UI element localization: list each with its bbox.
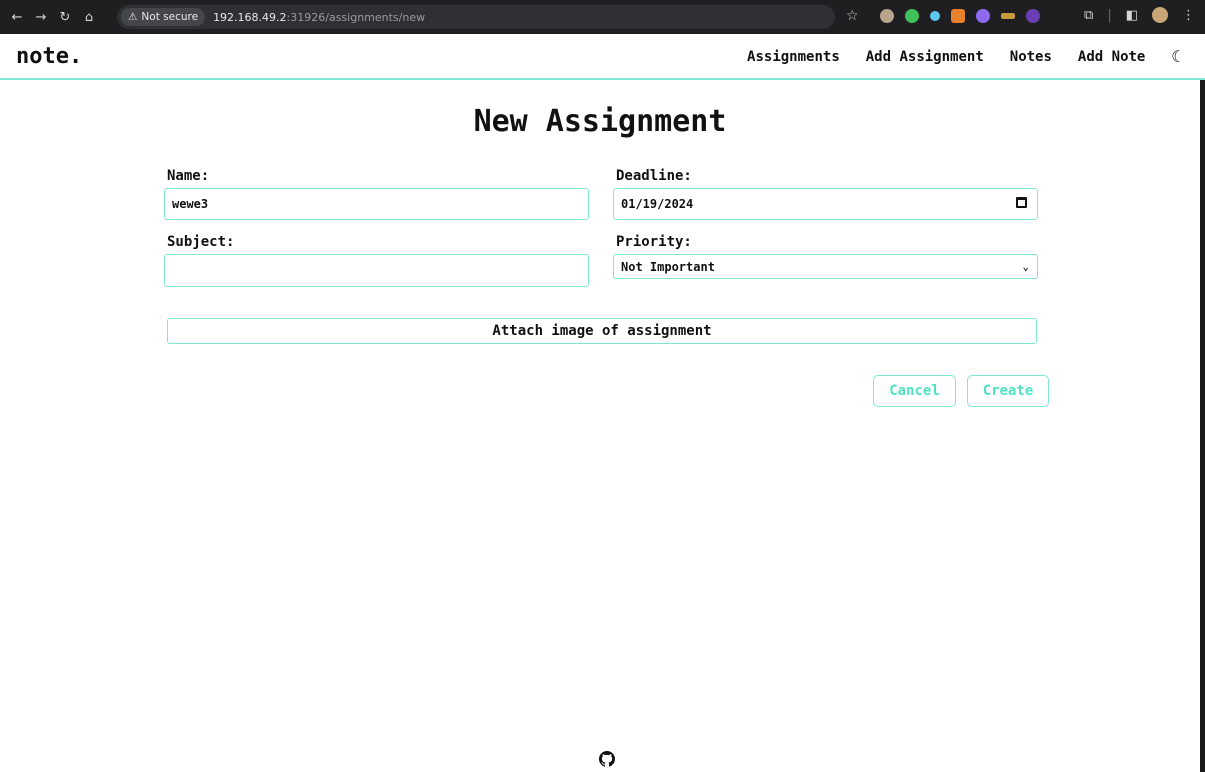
side-panel-icon[interactable]: ◧ [1126, 8, 1138, 23]
deadline-field[interactable]: 01/19/2024 [613, 188, 1038, 220]
app-navbar: note. Assignments Add Assignment Notes A… [0, 34, 1205, 80]
browser-toolbar: ← → ↻ ⌂ ⚠ Not secure 192.168.49.2:31926/… [0, 0, 1205, 34]
priority-label: Priority: [616, 234, 692, 250]
nav-menu: Assignments Add Assignment Notes Add Not… [747, 47, 1181, 66]
extension-icon[interactable] [930, 11, 940, 21]
nav-add-assignment[interactable]: Add Assignment [866, 49, 984, 65]
name-input[interactable] [172, 197, 588, 211]
nav-assignments[interactable]: Assignments [747, 49, 840, 65]
menu-dots-icon[interactable]: ⋮ [1182, 8, 1195, 23]
page-scrollbar[interactable] [1200, 80, 1205, 772]
attach-image-button[interactable]: Attach image of assignment [167, 318, 1037, 344]
extension-icon[interactable] [951, 9, 965, 23]
create-button[interactable]: Create [967, 375, 1049, 407]
url-host: 192.168.49.2 [213, 10, 287, 24]
page-title: New Assignment [473, 104, 727, 139]
deadline-value: 01/19/2024 [621, 197, 694, 211]
security-label: Not secure [141, 11, 199, 23]
extension-icon[interactable] [880, 9, 894, 23]
deadline-label: Deadline: [616, 168, 692, 184]
back-arrow-icon[interactable]: ← [6, 6, 28, 28]
chevron-down-icon: ⌄ [1022, 260, 1029, 273]
security-chip[interactable]: ⚠ Not secure [121, 8, 206, 26]
forward-arrow-icon[interactable]: → [30, 6, 52, 28]
subject-label: Subject: [167, 234, 235, 250]
name-field[interactable] [164, 188, 589, 220]
divider: | [1107, 7, 1112, 23]
moon-icon[interactable]: ☾ [1171, 47, 1181, 66]
extension-icon[interactable] [1001, 13, 1015, 19]
priority-select[interactable]: Not Important ⌄ [613, 254, 1038, 279]
home-icon[interactable]: ⌂ [78, 6, 100, 28]
subject-field[interactable] [164, 254, 589, 287]
nav-notes[interactable]: Notes [1010, 49, 1052, 65]
warning-icon: ⚠ [128, 11, 138, 23]
extension-icon[interactable] [976, 9, 990, 23]
extension-icon[interactable] [1026, 9, 1040, 23]
reload-icon[interactable]: ↻ [54, 6, 76, 28]
url-text[interactable]: 192.168.49.2:31926/assignments/new [213, 11, 425, 24]
bookmark-star-icon[interactable]: ☆ [846, 8, 859, 24]
extension-icon[interactable] [905, 9, 919, 23]
extensions-bar [880, 9, 1040, 23]
github-icon[interactable] [599, 751, 615, 767]
priority-value: Not Important [621, 259, 715, 274]
profile-avatar[interactable] [1152, 7, 1168, 23]
cancel-button[interactable]: Cancel [873, 375, 956, 407]
browser-actions: ⧉ | ◧ ⋮ [1084, 7, 1195, 23]
url-path: :31926/assignments/new [286, 10, 426, 24]
address-bar[interactable]: ⚠ Not secure 192.168.49.2:31926/assignme… [117, 5, 835, 29]
name-label: Name: [167, 168, 210, 184]
calendar-icon[interactable] [1016, 197, 1027, 208]
nav-add-note[interactable]: Add Note [1078, 49, 1145, 65]
brand-logo[interactable]: note. [16, 44, 82, 69]
puzzle-icon[interactable]: ⧉ [1084, 8, 1093, 23]
subject-input[interactable] [172, 263, 588, 278]
